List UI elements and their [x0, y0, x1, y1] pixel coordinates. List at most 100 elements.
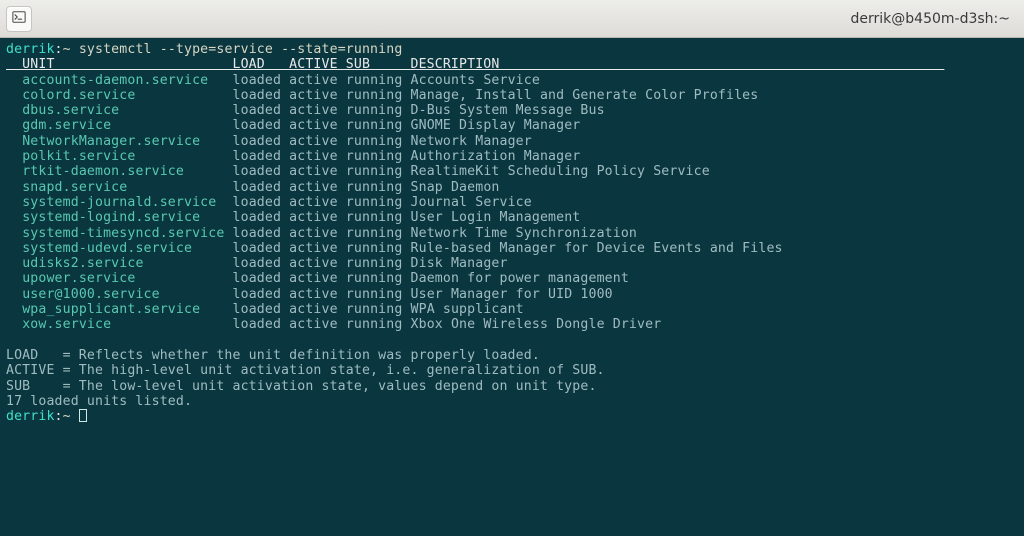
sub-state: running	[346, 271, 411, 286]
prompt-cwd: ~	[63, 409, 79, 424]
sub-state: running	[346, 226, 411, 241]
load-state: loaded	[233, 118, 290, 133]
load-state: loaded	[233, 302, 290, 317]
terminal-line: LOAD = Reflects whether the unit definit…	[6, 348, 1018, 363]
load-state: loaded	[233, 88, 290, 103]
prompt-user: derrik	[6, 409, 55, 424]
terminal-line: snapd.service loaded active running Snap…	[6, 180, 1018, 195]
terminal-line: NetworkManager.service loaded active run…	[6, 134, 1018, 149]
description: D-Bus System Message Bus	[411, 103, 605, 118]
terminal-line: systemd-journald.service loaded active r…	[6, 195, 1018, 210]
description: User Login Management	[411, 210, 581, 225]
description: Accounts Service	[411, 73, 540, 88]
load-state: loaded	[233, 287, 290, 302]
terminal-line: polkit.service loaded active running Aut…	[6, 149, 1018, 164]
load-state: loaded	[233, 226, 290, 241]
prompt-user: derrik	[6, 42, 55, 57]
sub-state: running	[346, 73, 411, 88]
active-state: active	[289, 302, 346, 317]
description: Network Time Synchronization	[411, 226, 638, 241]
unit-name: udisks2.service	[22, 256, 232, 271]
command-text: systemctl --type=service --state=running	[79, 42, 403, 57]
terminal-line: dbus.service loaded active running D-Bus…	[6, 103, 1018, 118]
new-tab-button[interactable]	[6, 6, 32, 32]
sub-state: running	[346, 134, 411, 149]
window-title: derrik@b450m-d3sh:~	[851, 11, 1010, 27]
unit-name: polkit.service	[22, 149, 232, 164]
terminal-line	[6, 333, 1018, 348]
table-header: UNIT LOAD ACTIVE SUB DESCRIPTION	[6, 57, 944, 72]
active-state: active	[289, 118, 346, 133]
active-state: active	[289, 134, 346, 149]
active-state: active	[289, 256, 346, 271]
terminal-line: derrik:~	[6, 409, 1018, 424]
terminal-line: gdm.service loaded active running GNOME …	[6, 118, 1018, 133]
description: Xbox One Wireless Dongle Driver	[411, 317, 662, 332]
sub-state: running	[346, 149, 411, 164]
terminal-line: UNIT LOAD ACTIVE SUB DESCRIPTION	[6, 57, 1018, 72]
description: User Manager for UID 1000	[411, 287, 613, 302]
sub-state: running	[346, 302, 411, 317]
sub-state: running	[346, 164, 411, 179]
unit-name: systemd-logind.service	[22, 210, 232, 225]
unit-name: gdm.service	[22, 118, 232, 133]
active-state: active	[289, 195, 346, 210]
terminal-icon	[12, 9, 26, 28]
load-state: loaded	[233, 164, 290, 179]
load-state: loaded	[233, 134, 290, 149]
terminal-line: SUB = The low-level unit activation stat…	[6, 379, 1018, 394]
load-state: loaded	[233, 256, 290, 271]
terminal-viewport[interactable]: derrik:~ systemctl --type=service --stat…	[0, 38, 1024, 424]
load-state: loaded	[233, 195, 290, 210]
sub-state: running	[346, 210, 411, 225]
sub-state: running	[346, 180, 411, 195]
load-state: loaded	[233, 271, 290, 286]
description: Network Manager	[411, 134, 532, 149]
terminal-line: systemd-udevd.service loaded active runn…	[6, 241, 1018, 256]
prompt-sep: :	[55, 42, 63, 57]
description: Journal Service	[411, 195, 532, 210]
footer-line: SUB = The low-level unit activation stat…	[6, 379, 597, 394]
sub-state: running	[346, 256, 411, 271]
sub-state: running	[346, 317, 411, 332]
load-state: loaded	[233, 241, 290, 256]
unit-name: wpa_supplicant.service	[22, 302, 232, 317]
footer-line: 17 loaded units listed.	[6, 394, 192, 409]
description: Snap Daemon	[411, 180, 500, 195]
unit-name: systemd-udevd.service	[22, 241, 232, 256]
unit-name: systemd-journald.service	[22, 195, 232, 210]
active-state: active	[289, 164, 346, 179]
terminal-line: systemd-timesyncd.service loaded active …	[6, 226, 1018, 241]
sub-state: running	[346, 241, 411, 256]
footer-line: ACTIVE = The high-level unit activation …	[6, 363, 605, 378]
active-state: active	[289, 88, 346, 103]
description: GNOME Display Manager	[411, 118, 581, 133]
load-state: loaded	[233, 210, 290, 225]
unit-name: rtkit-daemon.service	[22, 164, 232, 179]
sub-state: running	[346, 118, 411, 133]
terminal-line: 17 loaded units listed.	[6, 394, 1018, 409]
unit-name: NetworkManager.service	[22, 134, 232, 149]
active-state: active	[289, 287, 346, 302]
load-state: loaded	[233, 149, 290, 164]
unit-name: accounts-daemon.service	[22, 73, 232, 88]
active-state: active	[289, 149, 346, 164]
footer-line: LOAD = Reflects whether the unit definit…	[6, 348, 540, 363]
unit-name: colord.service	[22, 88, 232, 103]
active-state: active	[289, 317, 346, 332]
description: WPA supplicant	[411, 302, 524, 317]
active-state: active	[289, 226, 346, 241]
prompt-sep: :	[55, 409, 63, 424]
terminal-line: systemd-logind.service loaded active run…	[6, 210, 1018, 225]
window-titlebar: derrik@b450m-d3sh:~	[0, 0, 1024, 38]
terminal-line: accounts-daemon.service loaded active ru…	[6, 73, 1018, 88]
terminal-line: derrik:~ systemctl --type=service --stat…	[6, 42, 1018, 57]
load-state: loaded	[233, 317, 290, 332]
load-state: loaded	[233, 180, 290, 195]
unit-name: systemd-timesyncd.service	[22, 226, 232, 241]
active-state: active	[289, 103, 346, 118]
terminal-line: xow.service loaded active running Xbox O…	[6, 317, 1018, 332]
sub-state: running	[346, 287, 411, 302]
sub-state: running	[346, 103, 411, 118]
active-state: active	[289, 73, 346, 88]
